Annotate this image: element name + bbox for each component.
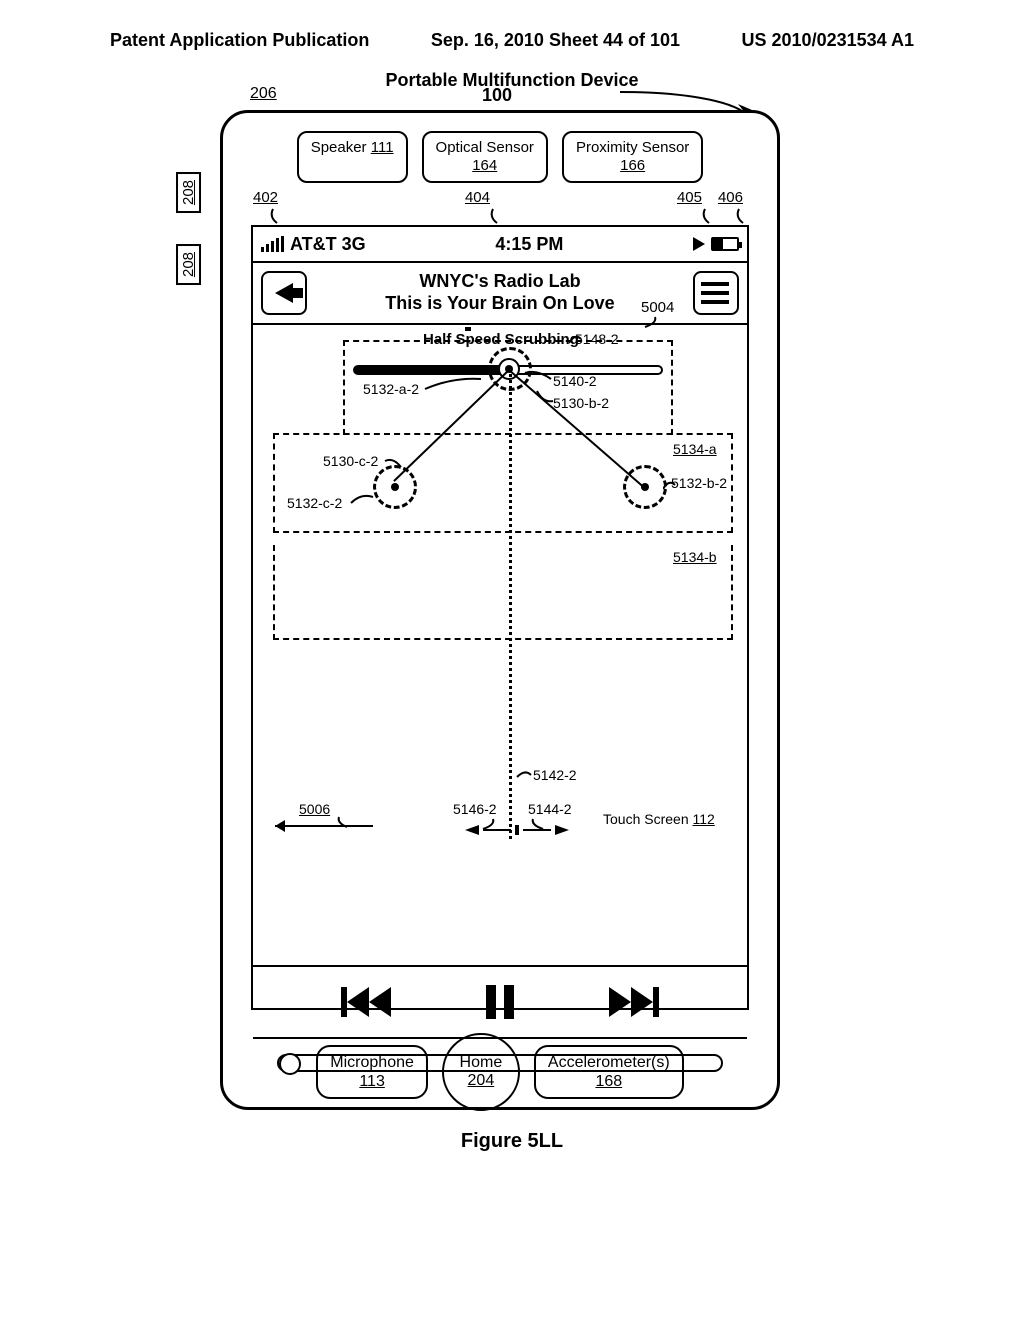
- carrier-label: AT&T 3G: [290, 234, 366, 255]
- accel-label: Accelerometer(s): [548, 1053, 670, 1072]
- hook-5006: [337, 815, 353, 829]
- optical-sensor-box: Optical Sensor 164: [422, 131, 548, 183]
- transport-controls: [253, 965, 747, 1037]
- region-bottom: [273, 545, 733, 640]
- accelerometer-box: Accelerometer(s) 168: [534, 1045, 684, 1099]
- ref-404: 404: [465, 189, 490, 206]
- ref-5132-c-2: 5132-c-2: [287, 495, 342, 511]
- speaker-label: Speaker: [311, 139, 367, 156]
- forward-icon: [609, 987, 631, 1017]
- hook-5132a: [423, 377, 483, 395]
- hook-5004: [643, 315, 659, 329]
- status-bar: AT&T 3G 4:15 PM: [253, 227, 747, 263]
- ref-405: 405: [677, 189, 702, 206]
- track-title: WNYC's Radio Lab: [315, 271, 685, 293]
- signal-icon: [261, 236, 284, 252]
- header-center: Sep. 16, 2010 Sheet 44 of 101: [431, 30, 680, 51]
- touch-screen-label: Touch Screen 112: [603, 811, 715, 827]
- mic-ref: 113: [330, 1072, 414, 1091]
- hook-5148: [569, 333, 583, 347]
- prox-ref: 166: [620, 157, 645, 174]
- ref-208-top: 208: [176, 172, 201, 213]
- battery-icon: [711, 237, 739, 251]
- home-ref: 204: [468, 1072, 495, 1090]
- page-header: Patent Application Publication Sep. 16, …: [0, 0, 1024, 61]
- ref-100: 100: [482, 85, 512, 106]
- track-subtitle: This is Your Brain On Love: [315, 293, 685, 315]
- ref-5134-a: 5134-a: [673, 441, 717, 457]
- microphone-box: Microphone 113: [316, 1045, 428, 1099]
- back-arrow-icon: [275, 283, 293, 303]
- pause-button[interactable]: [486, 985, 514, 1019]
- ref-5140-2: 5140-2: [553, 373, 597, 389]
- arrow-left-icon: [465, 825, 479, 835]
- home-button[interactable]: Home 204: [442, 1033, 520, 1111]
- ref-5132-a-2: 5132-a-2: [363, 381, 419, 397]
- touch-screen[interactable]: AT&T 3G 4:15 PM WNYC's Radio Lab This is…: [251, 225, 749, 1010]
- proximity-sensor-box: Proximity Sensor 166: [562, 131, 703, 183]
- arrow-pair: [465, 825, 569, 835]
- prox-label: Proximity Sensor: [576, 139, 689, 157]
- ref-208-bottom: 208: [176, 244, 201, 285]
- hook-5132b: [663, 479, 677, 493]
- ref-5006: 5006: [299, 801, 330, 817]
- pause-icon: [486, 985, 496, 1019]
- scrub-mode-label: Half Speed Scrubbing: [423, 331, 579, 348]
- ref-5004: 5004: [641, 299, 674, 316]
- device-body: Speaker 111 Optical Sensor 164 Proximity…: [220, 110, 780, 1110]
- ref-5130-b-2: 5130-b-2: [553, 395, 609, 411]
- scrub-area[interactable]: Half Speed Scrubbing 5006: [253, 325, 747, 965]
- ref-402: 402: [253, 189, 278, 206]
- ref-5146-2: 5146-2: [453, 801, 497, 817]
- arrow-right-icon: [555, 825, 569, 835]
- speaker-ref: 111: [371, 139, 394, 156]
- speaker-box: Speaker 111: [297, 131, 408, 183]
- ref-5144-2: 5144-2: [528, 801, 572, 817]
- touch-c-point: [391, 483, 399, 491]
- ref-5134-b: 5134-b: [673, 549, 717, 565]
- scrub-progress: [355, 367, 502, 373]
- header-right: US 2010/0231534 A1: [742, 30, 914, 51]
- previous-button[interactable]: [341, 987, 391, 1017]
- ref-406: 406: [718, 189, 743, 206]
- hook-5142: [515, 769, 533, 783]
- home-label: Home: [460, 1054, 503, 1072]
- list-icon: [703, 282, 729, 286]
- hook-5130c: [383, 457, 403, 471]
- hook-5132c: [349, 493, 375, 507]
- back-button[interactable]: [261, 271, 307, 315]
- ref-5132-b-2: 5132-b-2: [671, 475, 727, 491]
- hook-5140: [523, 369, 553, 383]
- next-button[interactable]: [609, 987, 659, 1017]
- time-label: 4:15 PM: [495, 234, 563, 255]
- now-playing-icon: [693, 237, 705, 251]
- header-left: Patent Application Publication: [110, 30, 369, 51]
- ref-5130-c-2: 5130-c-2: [323, 453, 378, 469]
- hook-5130b: [535, 389, 555, 405]
- tracklist-button[interactable]: [693, 271, 739, 315]
- arrow-5006: [263, 817, 383, 835]
- optical-ref: 164: [472, 157, 497, 174]
- figure-label: Figure 5LL: [0, 1130, 1024, 1153]
- optical-label: Optical Sensor: [436, 139, 534, 157]
- vertical-axis: [509, 369, 512, 839]
- accel-ref: 168: [548, 1072, 670, 1091]
- hooks-row: [253, 207, 753, 227]
- mic-label: Microphone: [330, 1053, 414, 1072]
- ref-5142-2: 5142-2: [533, 767, 577, 783]
- rewind-icon: [347, 987, 369, 1017]
- ref-206: 206: [250, 85, 277, 103]
